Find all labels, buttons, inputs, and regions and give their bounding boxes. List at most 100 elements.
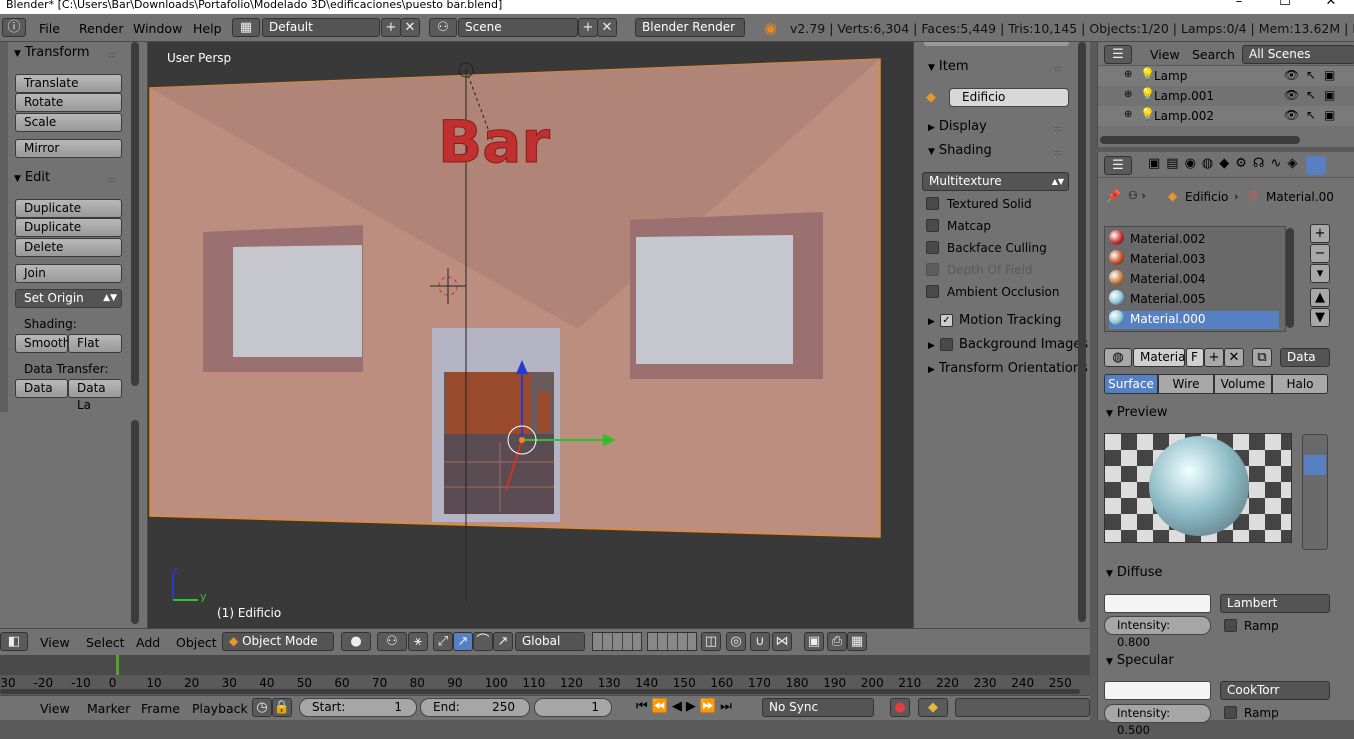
shading-mode-dropdown[interactable]: Multitexture ▲▼	[922, 172, 1069, 191]
render-engine-dropdown[interactable]: Blender Render	[635, 18, 745, 37]
manipulator-toggle-icon[interactable]: ⚹	[408, 632, 428, 651]
timeline-marker-menu[interactable]: Marker	[87, 701, 130, 716]
info-editor-type-icon[interactable]: ⓘ	[2, 18, 26, 37]
smooth-button[interactable]: Smooth	[15, 334, 70, 353]
properties-editor-type-icon[interactable]: ☰	[1104, 156, 1132, 175]
pivot-point-icon[interactable]: ⚇	[377, 632, 407, 651]
motion-tracking-panel-header[interactable]: ▶	[928, 313, 939, 328]
transform-orientations-panel-header[interactable]: ▶ Transform Orientations	[928, 361, 1088, 376]
viewport-select-menu[interactable]: Select	[86, 635, 125, 650]
screen-layout-icon[interactable]: ▦	[232, 18, 260, 37]
specular-panel-header[interactable]: ▼ Specular	[1106, 653, 1174, 668]
edit-panel-header[interactable]: ▼ Edit	[14, 170, 50, 185]
sync-mode-dropdown[interactable]: No Sync	[762, 698, 874, 717]
material-slot-label[interactable]: Material.000	[1130, 312, 1205, 326]
add-layout-icon[interactable]: +	[381, 18, 401, 37]
display-panel-header[interactable]: ▶ Display	[928, 119, 987, 134]
expand-icon[interactable]: ⊕	[1124, 89, 1132, 100]
outliner-scrollbar[interactable]	[1100, 136, 1300, 144]
timeline-view-menu[interactable]: View	[40, 701, 70, 716]
menu-help[interactable]: Help	[193, 21, 222, 36]
data-layout-button[interactable]: Data La	[68, 379, 122, 412]
move-slot-down-icon[interactable]: ▼	[1310, 308, 1330, 327]
lock-icon[interactable]: 🔒	[272, 698, 292, 717]
panel-grip-icon[interactable]: ::::	[108, 175, 116, 184]
viewport-view-menu[interactable]: View	[40, 635, 70, 650]
select-arrow-icon[interactable]: ↖	[1306, 68, 1316, 82]
eye-icon[interactable]: 👁	[1284, 68, 1299, 82]
menu-file[interactable]: File	[39, 21, 60, 36]
end-frame-field[interactable]: End: 250	[420, 698, 530, 717]
depth-of-field-checkbox[interactable]	[926, 263, 939, 276]
clapper-icon[interactable]: ▦	[847, 632, 867, 651]
material-context-icon[interactable]	[1306, 156, 1326, 175]
preview-sphere-selected[interactable]	[1304, 455, 1326, 475]
set-origin-dropdown[interactable]: Set Origin ▲▼	[15, 289, 122, 308]
viewport-editor-type-icon[interactable]: ◧	[0, 632, 28, 651]
tool-shelf-tabs[interactable]	[0, 42, 8, 412]
camera-icon[interactable]: ▣	[1324, 108, 1335, 122]
outliner-display-mode-dropdown[interactable]: All Scenes	[1242, 45, 1354, 64]
scene-layers-grid[interactable]	[592, 632, 642, 651]
data-transfer-button[interactable]: Data	[15, 379, 68, 398]
timeline-frame-menu[interactable]: Frame	[141, 701, 180, 716]
snap-element-icon[interactable]: ⋈	[772, 632, 792, 651]
material-slot-label[interactable]: Material.002	[1130, 232, 1205, 246]
material-slot-label[interactable]: Material.005	[1130, 292, 1205, 306]
outliner-editor-type-icon[interactable]: ☰	[1104, 45, 1132, 64]
transform-orientation-dropdown[interactable]: Global	[515, 632, 585, 651]
tool-shelf-lower-scrollbar[interactable]	[131, 420, 139, 624]
proportional-edit-icon[interactable]: ◎	[726, 632, 746, 651]
record-icon[interactable]: ●	[890, 698, 910, 717]
item-name-field[interactable]: Edificio	[949, 88, 1069, 107]
scale-manipulator-icon[interactable]: ⌒	[473, 632, 493, 651]
opengl-render-anim-icon[interactable]: ⎙	[827, 632, 847, 651]
pin-icon[interactable]: 📌	[1106, 189, 1121, 203]
expand-icon[interactable]: ⊕	[1124, 69, 1132, 80]
specular-intensity-slider[interactable]: Intensity: 0.500	[1104, 704, 1211, 737]
outliner-search-menu[interactable]: Search	[1192, 47, 1235, 62]
mirror-button[interactable]: Mirror	[15, 139, 122, 158]
panel-grip-icon[interactable]: ::::	[1054, 124, 1062, 133]
add-material-slot-icon[interactable]: +	[1310, 224, 1330, 243]
opengl-render-icon[interactable]: ▣	[804, 632, 824, 651]
transform-panel-header[interactable]: ▼ Transform	[14, 45, 90, 60]
add-scene-icon[interactable]: +	[578, 18, 598, 37]
scale-button[interactable]: Scale	[15, 113, 122, 132]
background-images-panel-header[interactable]: ▶	[928, 337, 939, 352]
unlink-material-icon[interactable]: ✕	[1224, 348, 1244, 367]
eye-icon[interactable]: 👁	[1284, 108, 1299, 122]
outliner-item-label[interactable]: Lamp.001	[1154, 89, 1214, 103]
object-mode-dropdown[interactable]: ◆ Object Mode	[222, 632, 334, 651]
panel-grip-icon[interactable]: ::::	[1054, 64, 1062, 73]
camera-icon[interactable]: ▣	[1324, 88, 1335, 102]
outliner-item-label[interactable]: Lamp.002	[1154, 109, 1214, 123]
maximize-icon[interactable]: ☐	[1262, 0, 1308, 11]
playback-controls-icon[interactable]: ⏮⏪◀▶⏩⏭	[636, 699, 736, 714]
list-item[interactable]: ⊕ 💡 Lamp 👁 ↖ ▣	[1098, 66, 1354, 86]
material-slot-label[interactable]: Material.004	[1130, 272, 1205, 286]
list-item[interactable]: ⊕ 💡 Lamp.002 👁 ↖ ▣	[1098, 106, 1354, 126]
eye-icon[interactable]: 👁	[1284, 88, 1299, 102]
material-name-field[interactable]: Material	[1133, 348, 1189, 367]
timeline-scrollbar[interactable]	[0, 689, 1080, 694]
panel-grip-icon[interactable]: ::::	[108, 50, 116, 59]
transform-mode-icon[interactable]: ↗	[493, 632, 513, 651]
minimize-icon[interactable]: –	[1216, 0, 1262, 11]
panel-grip-icon[interactable]: ::::	[1054, 318, 1062, 327]
textured-solid-checkbox[interactable]	[926, 197, 939, 210]
delete-button[interactable]: Delete	[15, 238, 122, 257]
outliner-view-menu[interactable]: View	[1150, 47, 1180, 62]
expand-icon[interactable]: ⊕	[1124, 109, 1132, 120]
viewport-object-menu[interactable]: Object	[176, 635, 217, 650]
motion-tracking-checkbox[interactable]: ✓	[940, 314, 953, 327]
remove-material-slot-icon[interactable]: −	[1310, 244, 1330, 263]
preview-panel-header[interactable]: ▼ Preview	[1106, 405, 1168, 420]
new-material-icon[interactable]: +	[1204, 348, 1224, 367]
diffuse-intensity-slider[interactable]: Intensity: 0.800	[1104, 616, 1211, 649]
diffuse-color-field[interactable]	[1104, 594, 1211, 613]
menu-render[interactable]: Render	[79, 21, 124, 36]
tab-halo[interactable]: Halo	[1272, 374, 1328, 394]
timeline-playback-menu[interactable]: Playback	[192, 701, 248, 716]
tool-shelf-scrollbar[interactable]	[131, 42, 139, 386]
